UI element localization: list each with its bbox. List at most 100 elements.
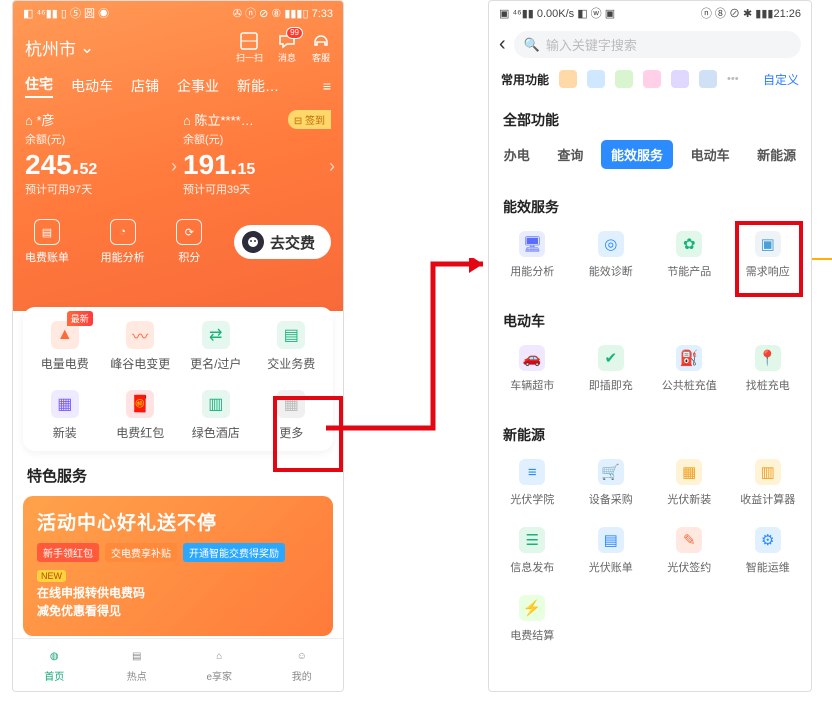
rtab-3[interactable]: 电动车 [681, 140, 740, 169]
fn-saving-products[interactable]: ✿节能产品 [650, 231, 729, 279]
pin-icon: 📍 [755, 345, 781, 371]
tab-shop[interactable]: 店铺 [131, 76, 159, 96]
redpacket-icon: 🧧 [126, 390, 154, 418]
transfer-icon: ⇄ [202, 321, 230, 349]
news-icon: ▤ [126, 648, 148, 666]
fn-car-market[interactable]: 🚗车辆超市 [493, 345, 572, 393]
fn-diagnosis[interactable]: ◎能效诊断 [572, 231, 651, 279]
tab-home-bottom[interactable]: ◍首页 [13, 639, 96, 691]
monitor-icon: 🖥 [519, 231, 545, 257]
tab-enterprise[interactable]: 企事业 [177, 76, 219, 96]
fn-pv-bill[interactable]: ▤光伏账单 [572, 527, 651, 575]
message-icon: 99 [277, 31, 297, 51]
messages-button[interactable]: 99 消息 [277, 31, 297, 64]
tab-me[interactable]: ☺我的 [261, 639, 344, 691]
scan-button[interactable]: 扫一扫 [236, 31, 263, 64]
robot-icon [242, 231, 264, 253]
svc-greenhotel[interactable]: ▥绿色酒店 [178, 390, 254, 441]
fav-icon[interactable] [671, 70, 689, 88]
cart-icon: 🛒 [598, 459, 624, 485]
menu-icon[interactable]: ≡ [323, 78, 331, 94]
account-card-1[interactable]: ⌂ *彦 余额(元) 245.52 预计可用97天 › [25, 110, 173, 197]
tab-ehome[interactable]: ⌂e享家 [178, 639, 261, 691]
svc-install[interactable]: ▦新装 [27, 390, 103, 441]
location-selector[interactable]: 杭州市 ⌄ [25, 35, 94, 60]
fav-icon[interactable] [699, 70, 717, 88]
fav-icon[interactable] [559, 70, 577, 88]
home-icon: ⌂ [183, 113, 191, 128]
tab-hot[interactable]: ▤热点 [96, 639, 179, 691]
fn-roi-calc[interactable]: ▥收益计算器 [729, 459, 808, 507]
fn-equipment[interactable]: 🛒设备采购 [572, 459, 651, 507]
pay-button[interactable]: 去交费 [234, 225, 331, 259]
fn-usage-analysis[interactable]: 🖥用能分析 [493, 231, 572, 279]
rtab-1[interactable]: 查询 [547, 140, 593, 169]
svc-bizfee[interactable]: ▤交业务费 [254, 321, 330, 372]
install-icon: ▦ [51, 390, 79, 418]
svc-rename[interactable]: ⇄更名/过户 [178, 321, 254, 372]
rtab-0[interactable]: 办电 [494, 140, 540, 169]
fn-pv-install[interactable]: ▦光伏新装 [650, 459, 729, 507]
more-dots: ••• [727, 73, 739, 85]
usage-button[interactable]: ◔用能分析 [101, 219, 145, 265]
account-card-2[interactable]: ⊟ 签到 ⌂ 陈立****… 余额(元) 191.15 预计可用39天 › [183, 110, 331, 197]
fn-info-publish[interactable]: ☰信息发布 [493, 527, 572, 575]
usage-icon: ▲最新 [51, 321, 79, 349]
category-tabs-r: 办电 查询 能效服务 电动车 新能源 [489, 134, 811, 175]
search-placeholder: 输入关键字搜索 [546, 35, 637, 54]
fav-icon[interactable] [615, 70, 633, 88]
back-button[interactable]: ‹ [499, 33, 506, 56]
tabbar: ◍首页 ▤热点 ⌂e享家 ☺我的 [13, 638, 343, 691]
fn-fee-settle[interactable]: ⚡电费结算 [493, 595, 572, 643]
building-icon: ▥ [202, 390, 230, 418]
customize-link[interactable]: 自定义 [763, 71, 799, 88]
sec-newenergy: 新能源 [489, 415, 811, 449]
scan-icon [239, 31, 259, 51]
highlight-demand-response [735, 221, 803, 297]
fn-pv-school[interactable]: ≡光伏学院 [493, 459, 572, 507]
tab-newenergy[interactable]: 新能… [237, 76, 279, 96]
tab-ev[interactable]: 电动车 [71, 76, 113, 96]
bill-icon: ▤ [34, 219, 60, 245]
user-icon: ☺ [291, 648, 313, 666]
favorites-row: 常用功能 ••• 自定义 [489, 64, 811, 94]
tab-home[interactable]: 住宅 [25, 74, 53, 98]
category-tabs: 住宅 电动车 店铺 企事业 新能… ≡ [13, 70, 343, 102]
flow-arrow [323, 258, 503, 458]
calc-icon: ▥ [755, 459, 781, 485]
fn-find-charger[interactable]: 📍找桩充电 [729, 345, 808, 393]
fn-public-recharge[interactable]: ⛽公共桩充值 [650, 345, 729, 393]
location-label: 杭州市 [25, 35, 76, 60]
fav-icon[interactable] [587, 70, 605, 88]
sec-efficiency: 能效服务 [489, 187, 811, 221]
chart-icon: ◔ [110, 219, 136, 245]
svc-peak-valley[interactable]: 〰峰谷电变更 [103, 321, 179, 372]
book-icon: ≡ [519, 459, 545, 485]
hero: ◧ ⁴⁶▮▮ ▯ ⑤ 圆 ◉ ✇ ⓝ ⊘ ⑧ ▮▮▮▯ 7:33 杭州市 ⌄ 扫… [13, 1, 343, 311]
promo-banner[interactable]: 活动中心好礼送不停 新手领红包 交电费享补贴 开通智能交费得奖励 NEW 在线申… [23, 496, 333, 636]
rtab-4[interactable]: 新能源 [747, 140, 806, 169]
wave-icon: 〰 [126, 321, 154, 349]
headset-icon [311, 31, 331, 51]
all-functions-screen: ▣ ⁴⁶▮▮ 0.00K/s ◧ ⓦ ▣ ⓝ ⑧ ⊘ ✱ ▮▮▮21:26 ‹ … [488, 0, 812, 692]
statusbar: ◧ ⁴⁶▮▮ ▯ ⑤ 圆 ◉ ✇ ⓝ ⊘ ⑧ ▮▮▮▯ 7:33 [13, 1, 343, 25]
fn-pv-sign[interactable]: ✎光伏签约 [650, 527, 729, 575]
fn-smart-ops[interactable]: ⚙智能运维 [729, 527, 808, 575]
statusbar-r: ▣ ⁴⁶▮▮ 0.00K/s ◧ ⓦ ▣ ⓝ ⑧ ⊘ ✱ ▮▮▮21:26 [489, 1, 811, 25]
search-input[interactable]: 🔍 输入关键字搜索 [514, 31, 801, 58]
home-screen: ◧ ⁴⁶▮▮ ▯ ⑤ 圆 ◉ ✇ ⓝ ⊘ ⑧ ▮▮▮▯ 7:33 杭州市 ⌄ 扫… [12, 0, 344, 692]
points-button[interactable]: ⟳积分 [176, 219, 202, 265]
target-icon: ◎ [598, 231, 624, 257]
chevron-down-icon: ⌄ [80, 38, 94, 58]
bill-button[interactable]: ▤电费账单 [25, 219, 69, 265]
edge-connector [812, 258, 832, 260]
svc-usage-fee[interactable]: ▲最新电量电费 [27, 321, 103, 372]
home-icon: ⌂ [25, 113, 33, 128]
fn-plug-charge[interactable]: ✔即插即充 [572, 345, 651, 393]
fav-icon[interactable] [643, 70, 661, 88]
svc-redpacket[interactable]: 🧧电费红包 [103, 390, 179, 441]
gear-icon: ⚙ [755, 527, 781, 553]
checkin-button[interactable]: ⊟ 签到 [288, 110, 331, 129]
support-button[interactable]: 客服 [311, 31, 331, 64]
rtab-2[interactable]: 能效服务 [601, 140, 673, 169]
